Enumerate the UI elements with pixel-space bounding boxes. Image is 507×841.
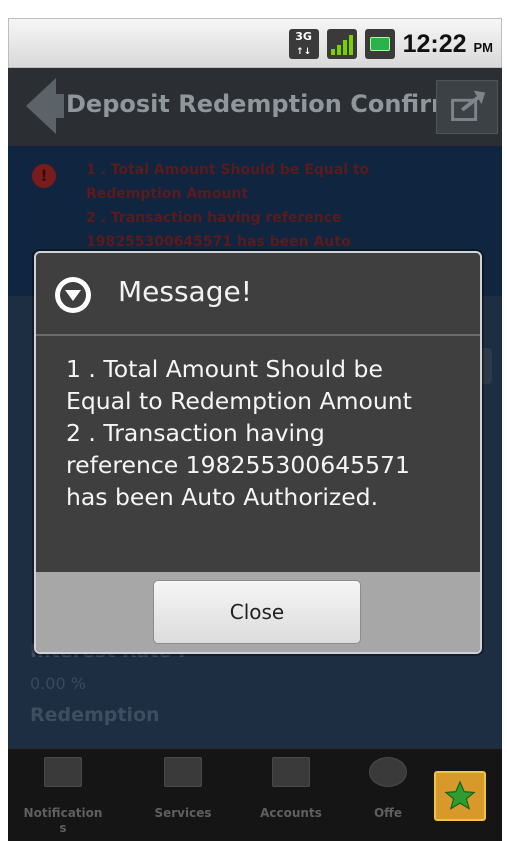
message-line: 1 . Total Amount Should be [66, 355, 383, 383]
network-arrows-label: ↑↓ [296, 47, 312, 57]
dropdown-circle-icon [55, 277, 91, 313]
back-button[interactable] [24, 76, 64, 136]
star-icon [444, 780, 476, 810]
share-icon [451, 90, 486, 121]
signal-strength-icon [326, 29, 357, 59]
nav-label: Offe [373, 806, 403, 820]
dialog-message: 1 . Total Amount Should be Equal to Rede… [66, 353, 471, 513]
error-line: Redemption Amount [86, 186, 249, 202]
nav-label: Notification s [8, 806, 118, 836]
error-panel: ! 1 . Total Amount Should be Equal to Re… [8, 156, 502, 266]
app-header: Deposit Redemption Confirm [8, 68, 502, 146]
3g-network-icon: 3G ↑↓ [288, 29, 319, 59]
back-arrow-icon [26, 78, 64, 134]
error-line: 1 . Total Amount Should be Equal to [86, 162, 370, 178]
message-line: 2 . Transaction having [66, 419, 325, 447]
clock-ampm: PM [473, 39, 494, 55]
notifications-icon [44, 757, 82, 787]
clock-time: 12:22 [402, 29, 467, 58]
accounts-icon [272, 757, 310, 787]
error-icon: ! [32, 164, 56, 188]
battery-icon [364, 29, 395, 59]
nav-label: Services [154, 806, 212, 820]
nav-label-line: Notification [23, 806, 103, 820]
error-line: 198255300645571 has been Auto [86, 234, 351, 250]
network-type-label: 3G [295, 30, 312, 43]
share-button[interactable] [436, 80, 498, 134]
nav-item-services[interactable]: Services [128, 749, 238, 841]
page-title: Deposit Redemption Confirm [66, 90, 436, 118]
bottom-navigation: Notification s Services Accounts Offe [8, 748, 502, 841]
message-line: reference 198255300645571 [66, 451, 410, 479]
message-dialog: Message! 1 . Total Amount Should be Equa… [34, 251, 482, 654]
message-line: Equal to Redemption Amount [66, 387, 412, 415]
status-bar: 3G ↑↓ 12:22 PM [8, 18, 502, 68]
close-button[interactable]: Close [153, 580, 361, 644]
status-clock: 12:22 PM [403, 30, 493, 59]
error-line: 2 . Transaction having reference [86, 210, 342, 226]
offers-icon [369, 757, 407, 787]
interest-rate-value: 0.00 % [30, 674, 86, 693]
nav-label: Accounts [260, 806, 322, 820]
nav-item-offers[interactable]: Offe [348, 749, 428, 841]
dialog-title: Message! [118, 275, 252, 308]
favorite-button[interactable] [434, 771, 486, 821]
dialog-footer: Close [36, 572, 480, 652]
dialog-header: Message! [36, 253, 480, 336]
services-icon [164, 757, 202, 787]
message-line: has been Auto Authorized. [66, 483, 379, 511]
nav-item-notifications[interactable]: Notification s [8, 749, 118, 841]
nav-item-accounts[interactable]: Accounts [236, 749, 346, 841]
nav-label-line: s [59, 821, 67, 835]
phone-screen: 3G ↑↓ 12:22 PM Deposit Redemption Confir… [0, 0, 507, 841]
redemption-label: Redemption [30, 704, 160, 726]
